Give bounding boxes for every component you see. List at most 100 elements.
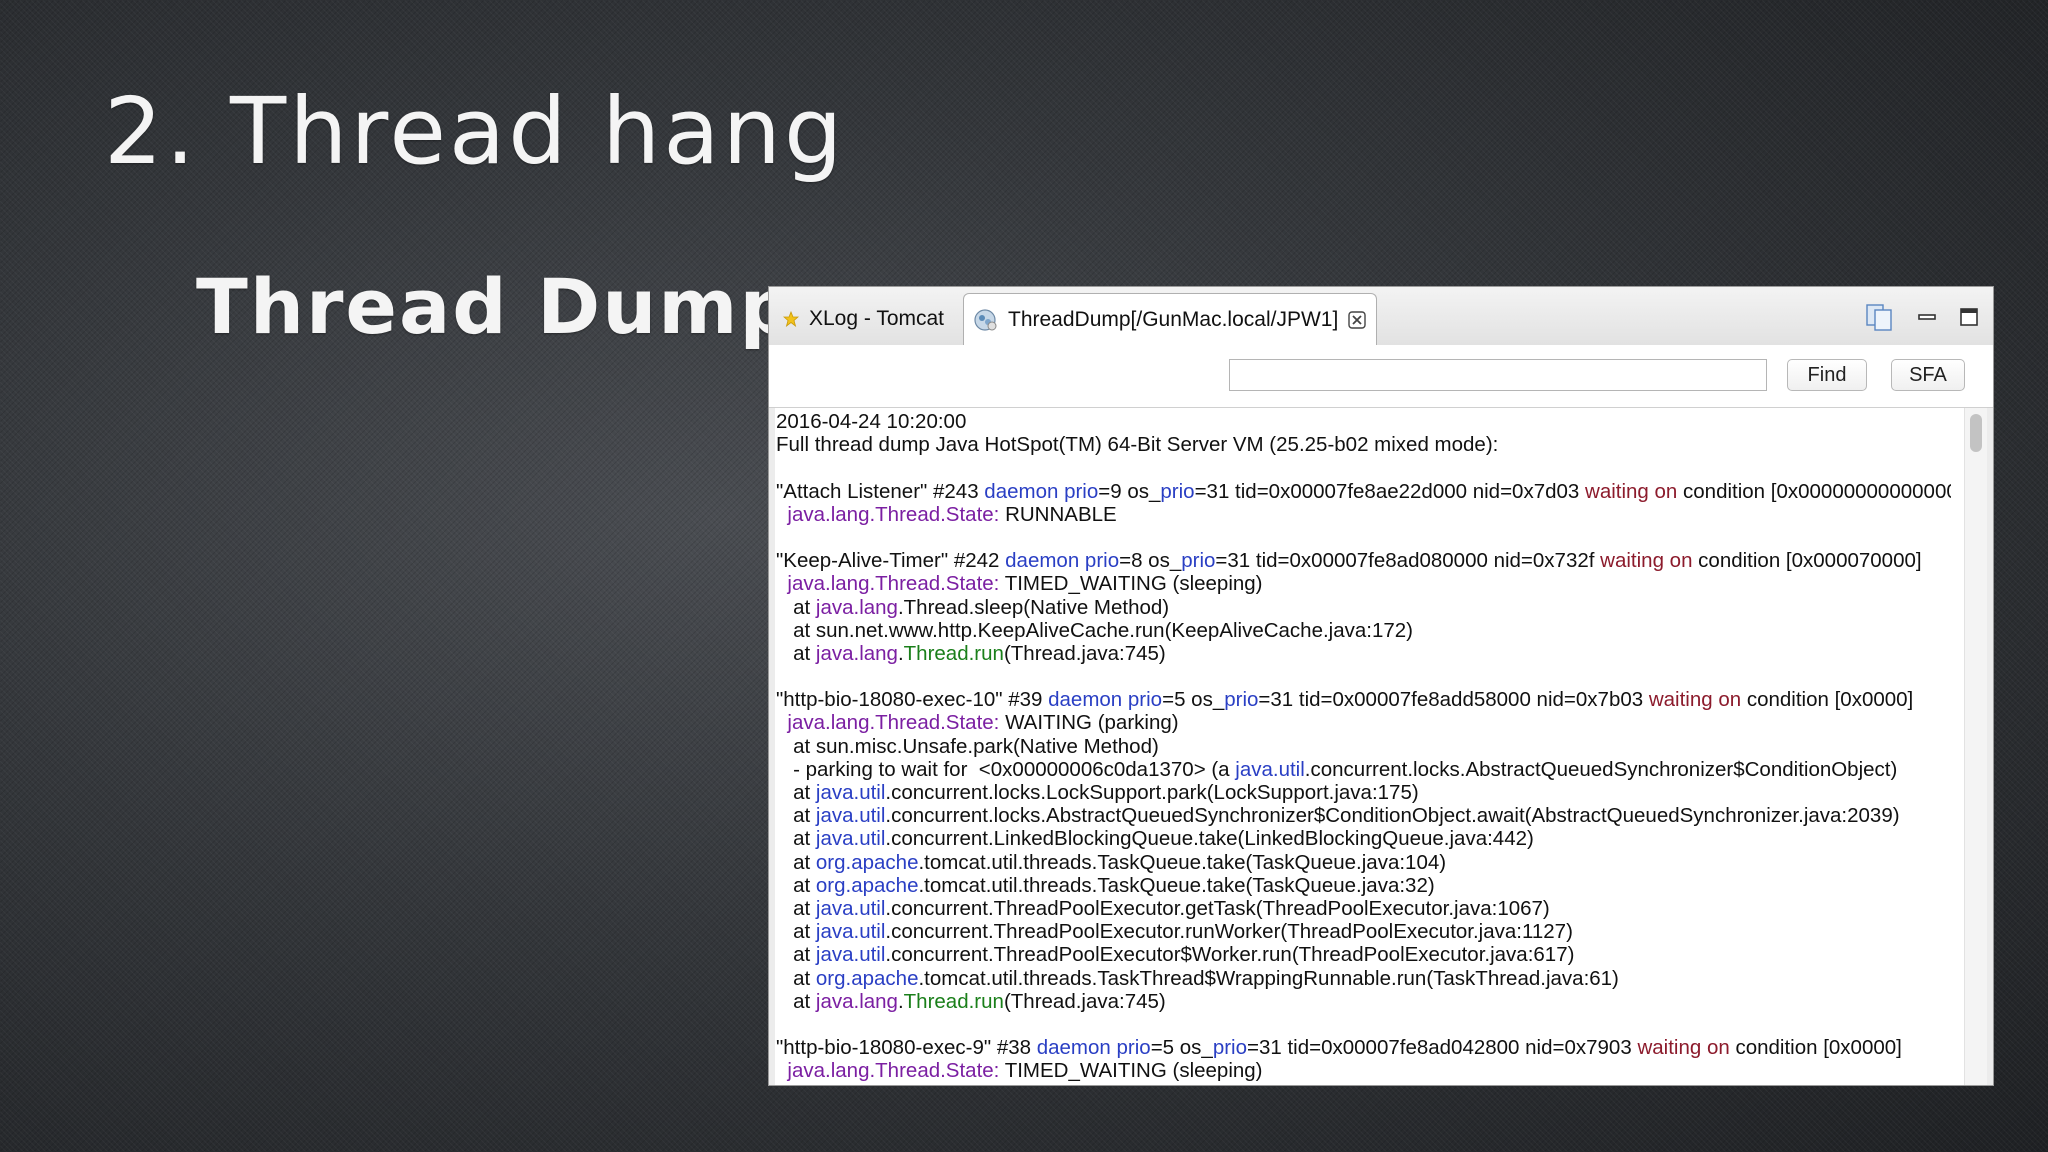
find-button[interactable]: Find bbox=[1787, 359, 1867, 391]
dump-segment: .concurrent.ThreadPoolExecutor$Worker.ru… bbox=[885, 943, 1575, 967]
dump-segment: java.lang bbox=[815, 641, 898, 665]
dump-segment: at bbox=[776, 641, 816, 665]
dump-segment: daemon prio bbox=[984, 479, 1099, 503]
dump-segment: Thread.run bbox=[903, 989, 1004, 1013]
dump-line: at java.lang.Thread.run(Thread.java:745) bbox=[776, 990, 1951, 1013]
dump-segment: condition [0x0000] bbox=[1741, 688, 1914, 712]
dump-segment: "Attach Listener" #243 bbox=[776, 479, 985, 503]
dump-segment: =31 tid=0x00007fe8ad042800 nid=0x7903 bbox=[1247, 1036, 1638, 1060]
search-toolbar: Find SFA bbox=[769, 345, 1993, 408]
dump-segment: at bbox=[776, 896, 816, 920]
dump-segment: at bbox=[776, 943, 816, 967]
tab-label: XLog - Tomcat bbox=[809, 307, 945, 330]
dump-segment: condition [0x000070000] bbox=[1692, 549, 1922, 573]
slide-subtitle: Thread Dump bbox=[196, 262, 796, 351]
dump-segment: TIMED_WAITING (sleeping) bbox=[999, 1059, 1263, 1083]
copy-icon[interactable] bbox=[1865, 303, 1895, 335]
dump-segment bbox=[776, 711, 787, 734]
dump-segment: =31 tid=0x00007fe8ad080000 nid=0x732f bbox=[1215, 549, 1601, 573]
dump-segment: condition [0x0000] bbox=[1729, 1036, 1902, 1060]
dump-segment: waiting on bbox=[1648, 688, 1742, 712]
dump-line: "Attach Listener" #243 daemon prio=9 os_… bbox=[776, 480, 1951, 503]
dump-segment: waiting on bbox=[1600, 549, 1693, 573]
dump-line: - parking to wait for <0x00000006c0da137… bbox=[776, 758, 1951, 781]
dump-blank-line bbox=[776, 1013, 1951, 1036]
dump-segment: java.lang bbox=[815, 595, 898, 619]
dump-line: at java.util.concurrent.ThreadPoolExecut… bbox=[776, 897, 1951, 920]
dump-segment: java.lang.Thread.State: bbox=[787, 1059, 1000, 1083]
dump-segment: at bbox=[776, 966, 816, 990]
dump-segment: at bbox=[776, 989, 816, 1013]
dump-segment: WAITING (parking) bbox=[999, 711, 1179, 735]
dump-segment: java.util bbox=[815, 827, 886, 851]
dump-segment: at bbox=[776, 873, 816, 897]
vertical-scrollbar[interactable] bbox=[1964, 408, 1987, 1085]
close-icon[interactable] bbox=[1348, 310, 1366, 329]
search-input[interactable] bbox=[1229, 359, 1767, 391]
dump-line: java.lang.Thread.State: WAITING (parking… bbox=[776, 711, 1951, 734]
dump-line: at sun.misc.Unsafe.park(Native Method) bbox=[776, 735, 1951, 758]
dump-line: java.lang.Thread.State: RUNNABLE bbox=[776, 503, 1951, 526]
dump-segment: prio bbox=[1160, 479, 1195, 503]
tab-label: ThreadDump[/GunMac.local/JPW1] bbox=[1008, 307, 1339, 331]
dump-segment: .concurrent.ThreadPoolExecutor.getTask(T… bbox=[885, 896, 1550, 920]
dump-segment: =31 tid=0x00007fe8add58000 nid=0x7b03 bbox=[1258, 688, 1649, 712]
dump-segment: RUNNABLE bbox=[999, 502, 1117, 526]
dump-line: at java.util.concurrent.locks.LockSuppor… bbox=[776, 781, 1951, 804]
dump-segment: at bbox=[776, 781, 816, 804]
dump-line: "http-bio-18080-exec-10" #39 daemon prio… bbox=[776, 688, 1951, 711]
dump-segment: java.lang.Thread.State: bbox=[787, 502, 1000, 526]
dump-segment: .Thread.sleep(Native Method) bbox=[898, 1082, 1169, 1085]
dump-segment: at bbox=[776, 827, 816, 851]
dump-segment: daemon prio bbox=[1036, 1036, 1151, 1060]
dump-line: at sun.net.www.http.KeepAliveCache.run(K… bbox=[776, 619, 1951, 642]
tab-thread-dump[interactable]: ThreadDump[/GunMac.local/JPW1] bbox=[963, 293, 1378, 345]
dump-segment: java.util bbox=[1235, 757, 1305, 781]
dump-segment: Full thread dump Java HotSpot(TM) 64-Bit… bbox=[776, 433, 1499, 457]
dump-segment: =31 tid=0x00007fe8ae22d000 nid=0x7d03 bbox=[1194, 479, 1586, 503]
dump-line: at org.apache.tomcat.util.threads.TaskQu… bbox=[776, 874, 1951, 897]
dump-segment: prio bbox=[1212, 1036, 1247, 1060]
dump-segment: 2016-04-24 10:20:00 bbox=[776, 410, 967, 433]
dump-segment: at bbox=[776, 850, 816, 874]
dump-segment: at sun.net.www.http.KeepAliveCache.run(K… bbox=[776, 618, 1414, 642]
dump-segment: at bbox=[776, 1082, 816, 1085]
sfa-button[interactable]: SFA bbox=[1891, 359, 1965, 391]
view-controls bbox=[1865, 303, 1979, 335]
dump-line: at java.util.concurrent.ThreadPoolExecut… bbox=[776, 920, 1951, 943]
dump-line: at java.lang.Thread.run(Thread.java:745) bbox=[776, 642, 1951, 665]
dump-line: at org.apache.tomcat.util.threads.TaskQu… bbox=[776, 851, 1951, 874]
thread-dump-text-area[interactable]: 2016-04-24 10:20:00 Full thread dump Java… bbox=[775, 407, 1987, 1085]
dump-segment: java.lang.Thread.State: bbox=[787, 711, 1000, 735]
minimize-icon[interactable] bbox=[1917, 307, 1937, 331]
thread-dump-content: 2016-04-24 10:20:00 Full thread dump Java… bbox=[776, 410, 1951, 1085]
dump-segment: java.util bbox=[815, 943, 886, 967]
dump-segment bbox=[776, 1059, 787, 1082]
dump-segment: .concurrent.LinkedBlockingQueue.take(Lin… bbox=[885, 827, 1534, 851]
dump-line: java.lang.Thread.State: TIMED_WAITING (s… bbox=[776, 1059, 1951, 1082]
dump-segment: "http-bio-18080-exec-9" #38 bbox=[776, 1036, 1037, 1060]
maximize-icon[interactable] bbox=[1959, 307, 1979, 331]
tab-xlog-tomcat[interactable]: XLog - Tomcat bbox=[773, 293, 954, 345]
dump-segment: org.apache bbox=[815, 966, 919, 990]
dump-segment: condition [0x0000000000000000] bbox=[1683, 479, 1951, 503]
dump-segment: .tomcat.util.threads.TaskThread$Wrapping… bbox=[918, 966, 1619, 990]
dump-segment: .Thread.sleep(Native Method) bbox=[897, 595, 1170, 619]
dump-segment: "http-bio-18080-exec-10" #39 bbox=[776, 688, 1049, 712]
dump-line: 2016-04-24 10:20:00 bbox=[776, 410, 1951, 433]
dump-segment: java.util bbox=[815, 804, 886, 828]
dump-segment: TIMED_WAITING (sleeping) bbox=[999, 572, 1263, 596]
dump-segment: (Thread.java:745) bbox=[1003, 989, 1166, 1013]
dump-line: "Keep-Alive-Timer" #242 daemon prio=8 os… bbox=[776, 549, 1951, 572]
dump-segment: at bbox=[776, 595, 816, 619]
dump-segment bbox=[776, 572, 787, 595]
dump-segment: at bbox=[776, 804, 816, 828]
dump-segment: java.util bbox=[815, 781, 886, 804]
dump-segment: at bbox=[776, 920, 816, 944]
dump-segment: at sun.misc.Unsafe.park(Native Method) bbox=[776, 734, 1159, 758]
dump-line: Full thread dump Java HotSpot(TM) 64-Bit… bbox=[776, 433, 1951, 456]
dump-line: at java.lang.Thread.sleep(Native Method) bbox=[776, 596, 1951, 619]
dump-segment: java.util bbox=[815, 920, 886, 944]
scroll-thumb[interactable] bbox=[1970, 414, 1982, 452]
dump-segment: =9 os_ bbox=[1098, 479, 1161, 503]
